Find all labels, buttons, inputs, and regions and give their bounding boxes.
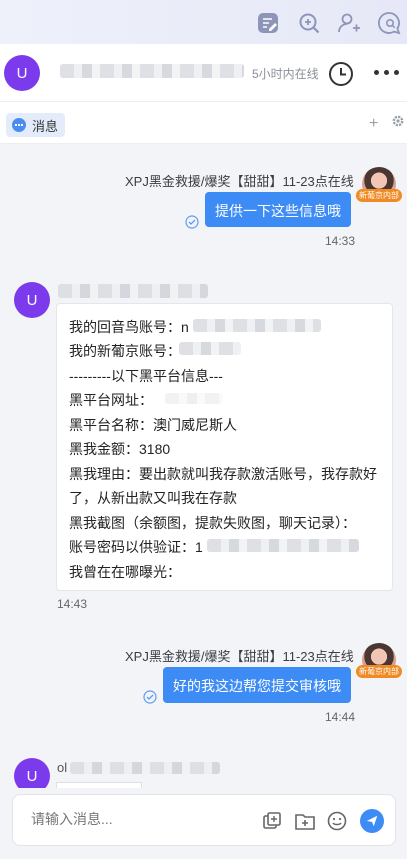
card-line: 我的回音鸟账号：n — [69, 319, 189, 335]
screenshot-icon[interactable] — [261, 810, 283, 832]
message-card-incoming[interactable]: 我的回音鸟账号：n 我的新葡京账号： ---------以下黑平台信息--- 黑… — [56, 303, 393, 591]
redacted-sender-name — [58, 284, 208, 298]
card-line: 黑我截图（余额图，提款失败图，聊天记录）： — [69, 515, 356, 531]
chat-search-icon[interactable] — [376, 10, 402, 36]
chat-header: U 5小时内在线 — [0, 44, 407, 102]
message-time: 14:33 — [325, 234, 356, 248]
agent-badge: 新葡京内部 — [356, 665, 402, 678]
message-time: 14:44 — [325, 710, 356, 724]
tab-bar: 消息 — [0, 102, 407, 144]
redacted-sender-name — [70, 762, 220, 774]
more-icon[interactable] — [374, 70, 402, 78]
folder-upload-icon[interactable] — [294, 810, 316, 832]
card-line: 我曾在在哪曝光： — [69, 564, 181, 580]
send-icon — [366, 815, 378, 827]
read-receipt-icon — [185, 215, 199, 229]
card-line: 黑我理由：要出款就叫我存款激活账号，我存款好 — [69, 466, 377, 482]
search-zoom-icon[interactable] — [296, 10, 322, 36]
gear-icon[interactable] — [391, 114, 405, 128]
composer-box — [12, 794, 396, 846]
top-toolbar — [0, 0, 407, 44]
card-line: ---------以下黑平台信息--- — [69, 368, 223, 384]
clock-icon[interactable] — [328, 61, 354, 87]
redacted-text — [207, 539, 359, 552]
card-line: 黑我金额：3180 — [69, 441, 171, 457]
note-edit-icon[interactable] — [255, 10, 281, 36]
card-line: 账号密码以供验证：1 — [69, 539, 203, 555]
redacted-text — [193, 319, 321, 332]
read-receipt-icon — [143, 690, 157, 704]
sender-name: XPJ黑金救援/爆奖【甜甜】11-23点在线 — [125, 649, 354, 664]
send-button[interactable] — [360, 809, 384, 833]
message-input[interactable] — [31, 811, 231, 827]
tab-messages[interactable]: 消息 — [6, 113, 66, 137]
sender-name: XPJ黑金救援/爆奖【甜甜】11-23点在线 — [125, 174, 354, 189]
message-bubble-outgoing[interactable]: 好的我这边帮您提交审核哦 — [163, 667, 351, 703]
message-bubble-icon — [12, 118, 26, 132]
sender-name: ol — [57, 760, 68, 775]
avatar[interactable]: U — [14, 282, 50, 318]
message-time: 14:43 — [57, 597, 88, 611]
redacted-contact-name — [60, 64, 244, 78]
avatar[interactable]: U — [4, 55, 40, 91]
online-status: 5小时内在线 — [252, 67, 319, 81]
card-line: 黑平台网址： — [69, 392, 153, 408]
composer-bar — [0, 788, 407, 859]
agent-avatar[interactable]: 新葡京内部 — [356, 643, 402, 678]
redacted-text — [179, 342, 241, 355]
add-user-icon[interactable] — [336, 10, 362, 36]
add-tab-button[interactable]: + — [369, 115, 378, 133]
card-line: 了，从新出款又叫我在存款 — [69, 490, 237, 506]
card-line: 黑平台名称：澳门威尼斯人 — [69, 417, 237, 433]
card-line: 我的新葡京账号： — [69, 343, 181, 359]
agent-avatar[interactable]: 新葡京内部 — [356, 167, 402, 202]
agent-badge: 新葡京内部 — [356, 189, 402, 202]
tab-messages-label: 消息 — [32, 118, 59, 134]
message-bubble-outgoing[interactable]: 提供一下这些信息哦 — [205, 192, 351, 227]
emoji-icon[interactable] — [326, 810, 348, 832]
redacted-text — [165, 393, 223, 404]
